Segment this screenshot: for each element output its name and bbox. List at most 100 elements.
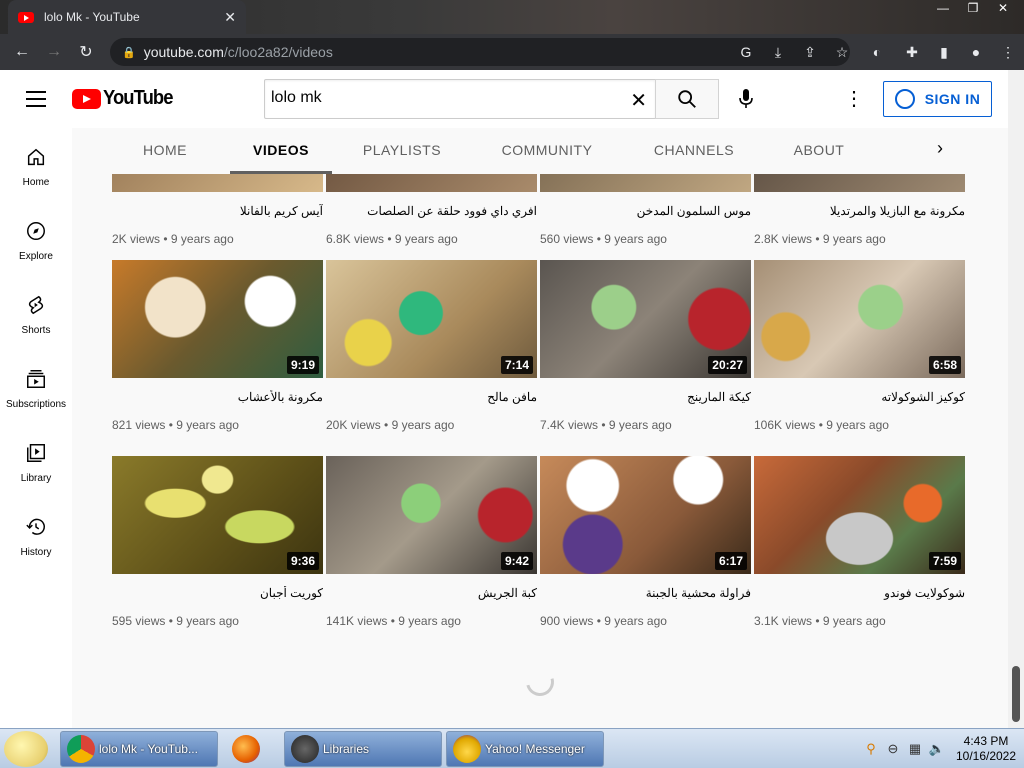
task-libraries[interactable]: Libraries: [284, 731, 442, 767]
video-thumbnail[interactable]: 7:59: [754, 456, 965, 574]
tab-videos[interactable]: VIDEOS: [230, 128, 332, 174]
search-button[interactable]: [655, 79, 719, 119]
task-yahoo-messenger[interactable]: Yahoo! Messenger: [446, 731, 604, 767]
video-title[interactable]: كوكيز الشوكولاته: [754, 390, 965, 408]
video-thumbnail[interactable]: [540, 174, 751, 192]
clock[interactable]: 4:43 PM 10/16/2022: [948, 734, 1024, 764]
video-card[interactable]: 7:14 مافن مالح 20K views • 9 years ago: [326, 260, 537, 432]
tab-channels[interactable]: CHANNELS: [648, 128, 740, 174]
sidebar-item-home[interactable]: Home: [0, 128, 72, 202]
share-icon[interactable]: ⇪: [794, 44, 826, 61]
sidebar-item-shorts[interactable]: Shorts: [0, 276, 72, 350]
browser-tab[interactable]: lolo Mk - YouTube ✕: [8, 0, 246, 34]
video-thumbnail[interactable]: 7:14: [326, 260, 537, 378]
video-duration: 7:59: [928, 552, 961, 570]
google-icon[interactable]: G: [730, 44, 762, 60]
volume-icon[interactable]: 🔈: [926, 741, 948, 757]
video-card[interactable]: 9:42 كبة الجريش 141K views • 9 years ago: [326, 456, 537, 628]
tab-playlists[interactable]: PLAYLISTS: [356, 128, 448, 174]
profile-flag-icon[interactable]: ◐: [858, 44, 896, 60]
video-title[interactable]: آيس كريم بالفانلا: [112, 204, 323, 222]
browser-menu-icon[interactable]: ⋮: [992, 44, 1024, 61]
video-thumbnail[interactable]: 9:19: [112, 260, 323, 378]
task-chrome[interactable]: lolo Mk - YouTub...: [60, 731, 218, 767]
task-firefox[interactable]: [226, 731, 276, 767]
video-card[interactable]: 9:19 مكرونة بالأعشاب 821 views • 9 years…: [112, 260, 323, 432]
video-card[interactable]: آيس كريم بالفانلا 2K views • 9 years ago: [112, 174, 323, 246]
sidebar-item-explore[interactable]: Explore: [0, 202, 72, 276]
video-card[interactable]: مكرونة مع البازيلا والمرتديلا 2.8K views…: [754, 174, 965, 246]
voice-search-button[interactable]: [728, 83, 764, 115]
video-card[interactable]: 6:17 فراولة محشية بالجبنة 900 views • 9 …: [540, 456, 751, 628]
install-icon[interactable]: ⤓: [762, 44, 794, 61]
url-path: /c/loo2a82/videos: [223, 44, 333, 60]
restore-icon[interactable]: ❐: [958, 0, 988, 18]
notification-icon[interactable]: ⊖: [882, 741, 904, 757]
video-title[interactable]: مكرونة مع البازيلا والمرتديلا: [754, 204, 965, 222]
video-thumbnail[interactable]: 20:27: [540, 260, 751, 378]
bookmark-star-icon[interactable]: ☆: [826, 44, 858, 61]
back-icon[interactable]: ←: [6, 43, 38, 61]
tab-about[interactable]: ABOUT: [788, 128, 850, 174]
network-icon[interactable]: ▦: [904, 741, 926, 757]
video-thumbnail[interactable]: 6:17: [540, 456, 751, 574]
sidepanel-icon[interactable]: ▮: [928, 44, 960, 61]
video-thumbnail[interactable]: 9:36: [112, 456, 323, 574]
video-title[interactable]: مافن مالح: [326, 390, 537, 408]
video-card[interactable]: افري داي فوود حلقة عن الصلصات 6.8K views…: [326, 174, 537, 246]
upload-age: 9 years ago: [398, 614, 461, 628]
sidebar-label: History: [20, 547, 52, 558]
video-title[interactable]: شوكولايت فوندو: [754, 586, 965, 604]
tab-home[interactable]: HOME: [126, 128, 204, 174]
minimize-icon[interactable]: —: [928, 0, 958, 18]
video-thumbnail[interactable]: 6:58: [754, 260, 965, 378]
chevron-right-icon[interactable]: ›: [928, 138, 952, 162]
reload-icon[interactable]: ↻: [70, 42, 102, 62]
search-box[interactable]: ✕: [264, 79, 656, 119]
video-thumbnail[interactable]: [112, 174, 323, 192]
video-title[interactable]: فراولة محشية بالجبنة: [540, 586, 751, 604]
scrollbar-thumb[interactable]: [1012, 666, 1020, 722]
video-duration: 20:27: [708, 356, 747, 374]
extensions-icon[interactable]: ✚: [896, 44, 928, 61]
video-grid: آيس كريم بالفانلا 2K views • 9 years ago…: [72, 174, 1024, 728]
account-icon[interactable]: ●: [960, 44, 992, 60]
sidebar-item-history[interactable]: History: [0, 498, 72, 572]
compass-icon: [27, 222, 45, 240]
page-scrollbar[interactable]: [1008, 70, 1024, 728]
video-thumbnail[interactable]: [754, 174, 965, 192]
sidebar-label: Library: [20, 473, 52, 484]
forward-icon[interactable]: →: [38, 43, 70, 61]
video-card[interactable]: 9:36 كوريت أجبان 595 views • 9 years ago: [112, 456, 323, 628]
sidebar-item-subscriptions[interactable]: Subscriptions: [0, 350, 72, 424]
video-card[interactable]: 6:58 كوكيز الشوكولاته 106K views • 9 yea…: [754, 260, 965, 432]
microphone-icon: [739, 89, 753, 108]
sidebar-label: Subscriptions: [5, 399, 67, 410]
tab-community[interactable]: COMMUNITY: [496, 128, 598, 174]
video-meta: 2.8K views • 9 years ago: [754, 232, 886, 246]
sign-in-button[interactable]: SIGN IN: [883, 81, 992, 117]
video-card[interactable]: موس السلمون المدخن 560 views • 9 years a…: [540, 174, 751, 246]
video-title[interactable]: كوريت أجبان: [112, 586, 323, 604]
more-options-icon[interactable]: ⋮: [842, 85, 866, 113]
video-duration: 9:19: [286, 356, 319, 374]
video-card[interactable]: 7:59 شوكولايت فوندو 3.1K views • 9 years…: [754, 456, 965, 628]
video-title[interactable]: افري داي فوود حلقة عن الصلصات: [326, 204, 537, 222]
start-button[interactable]: [4, 731, 48, 767]
close-tab-icon[interactable]: ✕: [224, 9, 236, 26]
close-window-icon[interactable]: ✕: [988, 0, 1018, 18]
sidebar-item-library[interactable]: Library: [0, 424, 72, 498]
video-thumbnail[interactable]: [326, 174, 537, 192]
video-title[interactable]: مكرونة بالأعشاب: [112, 390, 323, 408]
video-title[interactable]: كبة الجريش: [326, 586, 537, 604]
youtube-logo[interactable]: YouTube: [72, 87, 179, 110]
search-input[interactable]: [271, 89, 611, 107]
video-card[interactable]: 20:27 كيكة المارينج 7.4K views • 9 years…: [540, 260, 751, 432]
video-title[interactable]: موس السلمون المدخن: [540, 204, 751, 222]
video-title[interactable]: كيكة المارينج: [540, 390, 751, 408]
upload-age: 9 years ago: [822, 614, 886, 628]
search-tray-icon[interactable]: ⚲: [860, 741, 882, 757]
hamburger-menu-icon[interactable]: [26, 91, 46, 107]
clear-search-icon[interactable]: ✕: [630, 88, 647, 113]
video-thumbnail[interactable]: 9:42: [326, 456, 537, 574]
